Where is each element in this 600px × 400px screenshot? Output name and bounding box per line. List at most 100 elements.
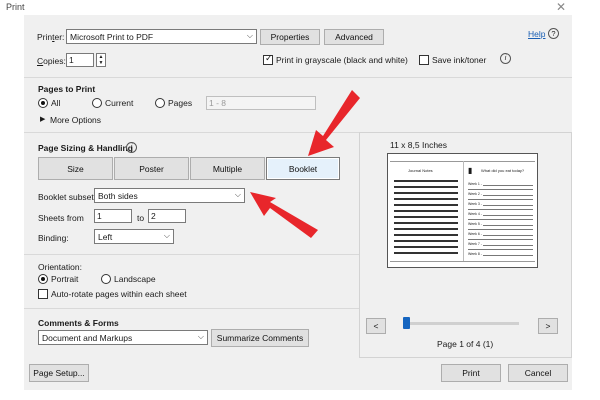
printer-value: Microsoft Print to PDF xyxy=(70,31,154,42)
grayscale-checkbox[interactable] xyxy=(263,53,273,65)
preview-line xyxy=(394,222,458,224)
all-pages-radio[interactable] xyxy=(38,98,48,108)
booklet-subset-select[interactable]: Both sides ⌵ xyxy=(94,188,245,203)
preview-line xyxy=(394,240,458,242)
more-options-link[interactable]: More Options xyxy=(50,115,101,125)
portrait-radio[interactable] xyxy=(38,274,48,284)
preview-row-label: Week 2 - xyxy=(468,192,482,196)
auto-rotate-checkbox[interactable] xyxy=(38,289,48,299)
question-circle-icon[interactable]: ? xyxy=(548,28,559,39)
sheets-to-input[interactable]: 2 xyxy=(148,209,186,223)
current-page-label: Current xyxy=(105,98,134,108)
title-bar xyxy=(0,0,600,15)
properties-label: Properties xyxy=(270,32,310,42)
preview-line xyxy=(394,246,458,248)
preview-line xyxy=(468,189,533,190)
page-sizing-heading: Page Sizing & Handling xyxy=(38,143,133,153)
comments-select[interactable]: Document and Markups ⌵ xyxy=(38,330,208,345)
chevron-down-icon: ⌵ xyxy=(234,190,241,199)
summarize-comments-label: Summarize Comments xyxy=(216,333,304,343)
printer-label: Printer: xyxy=(37,32,65,42)
preview-line xyxy=(394,210,458,212)
comments-heading: Comments & Forms xyxy=(38,318,119,328)
preview-line xyxy=(394,204,458,206)
pages-to-print-heading: Pages to Print xyxy=(38,84,96,94)
page-slider-track[interactable] xyxy=(405,322,519,325)
window-title: Print xyxy=(6,2,25,12)
landscape-label: Landscape xyxy=(114,274,156,284)
preview-row-label: Week 7 - xyxy=(468,242,482,246)
preview-row-label: Week 4 - xyxy=(468,212,482,216)
preview-line xyxy=(483,195,533,196)
orientation-heading: Orientation: xyxy=(38,262,82,272)
preview-row-label: Week 1 - xyxy=(468,182,482,186)
red-arrow-left-icon xyxy=(250,192,318,238)
current-page-radio[interactable] xyxy=(92,98,102,108)
next-page-label: > xyxy=(545,321,551,331)
binding-select[interactable]: Left ⌵ xyxy=(94,229,174,244)
preview-line xyxy=(483,215,533,216)
sheets-to-label: to xyxy=(137,213,145,223)
tab-size[interactable]: Size xyxy=(38,157,113,180)
cancel-label: Cancel xyxy=(524,368,552,378)
preview-line xyxy=(483,185,533,186)
cancel-button[interactable]: Cancel xyxy=(508,364,568,382)
tab-poster[interactable]: Poster xyxy=(114,157,189,180)
close-icon[interactable]: ✕ xyxy=(556,0,566,14)
copies-label: Copies: xyxy=(37,56,66,66)
all-pages-label: All xyxy=(51,98,61,108)
advanced-button[interactable]: Advanced xyxy=(324,29,384,45)
preview-line xyxy=(394,234,458,236)
auto-rotate-label: Auto-rotate pages within each sheet xyxy=(51,289,187,299)
copies-input[interactable]: 1 xyxy=(66,53,94,67)
summarize-comments-button[interactable]: Summarize Comments xyxy=(211,329,309,347)
preview-line xyxy=(483,225,533,226)
chevron-down-icon: ⌵ xyxy=(163,231,170,240)
print-button[interactable]: Print xyxy=(441,364,501,382)
divider xyxy=(24,77,572,78)
pages-range-radio[interactable] xyxy=(155,98,165,108)
properties-button[interactable]: Properties xyxy=(260,29,320,45)
tab-booklet-label: Booklet xyxy=(288,163,318,174)
sheets-from-input[interactable]: 1 xyxy=(94,209,132,223)
red-arrow-down-icon xyxy=(308,90,360,156)
chevron-down-icon: ⌵ xyxy=(197,332,204,341)
previous-page-button[interactable]: < xyxy=(366,318,386,334)
next-page-button[interactable]: > xyxy=(538,318,558,334)
printer-select[interactable]: Microsoft Print to PDF ⌵ xyxy=(66,29,257,44)
info-icon[interactable]: i xyxy=(500,53,511,64)
previous-page-label: < xyxy=(373,321,379,331)
triangle-right-icon[interactable]: ▶ xyxy=(40,115,45,123)
preview-line xyxy=(394,180,458,182)
preview-line xyxy=(483,205,533,206)
tab-size-label: Size xyxy=(67,163,84,174)
pages-range-label: Pages xyxy=(168,98,193,108)
copies-stepper[interactable]: ▲ ▼ xyxy=(96,53,106,67)
info-icon[interactable]: i xyxy=(126,142,137,153)
preview-left-title: Journal Notes xyxy=(408,168,433,173)
help-link[interactable]: Help xyxy=(528,29,545,39)
advanced-label: Advanced xyxy=(335,32,373,42)
preview-line xyxy=(483,255,533,256)
page-setup-button[interactable]: Page Setup... xyxy=(29,364,89,382)
sheets-from-label: Sheets from xyxy=(38,213,84,223)
save-ink-checkbox[interactable] xyxy=(419,55,429,65)
preview-line xyxy=(483,245,533,246)
tab-multiple[interactable]: Multiple xyxy=(190,157,265,180)
comments-value: Document and Markups xyxy=(42,332,133,343)
divider xyxy=(24,308,359,309)
preview-line xyxy=(483,235,533,236)
grayscale-label: Print in grayscale (black and white) xyxy=(276,55,408,65)
preview-row-label: Week 6 - xyxy=(468,232,482,236)
preview-line xyxy=(468,239,533,240)
binding-value: Left xyxy=(98,231,113,242)
preview-sheet: Journal Notes ▮ What did you eat today? … xyxy=(387,153,538,268)
preview-line xyxy=(468,219,533,220)
preview-right-title: What did you eat today? xyxy=(481,168,525,173)
preview-line xyxy=(394,198,458,200)
chevron-down-icon: ⌵ xyxy=(246,31,253,40)
preview-border-bottom xyxy=(390,261,535,262)
landscape-radio[interactable] xyxy=(101,274,111,284)
preview-line xyxy=(394,192,458,194)
page-slider-thumb[interactable] xyxy=(403,317,410,329)
